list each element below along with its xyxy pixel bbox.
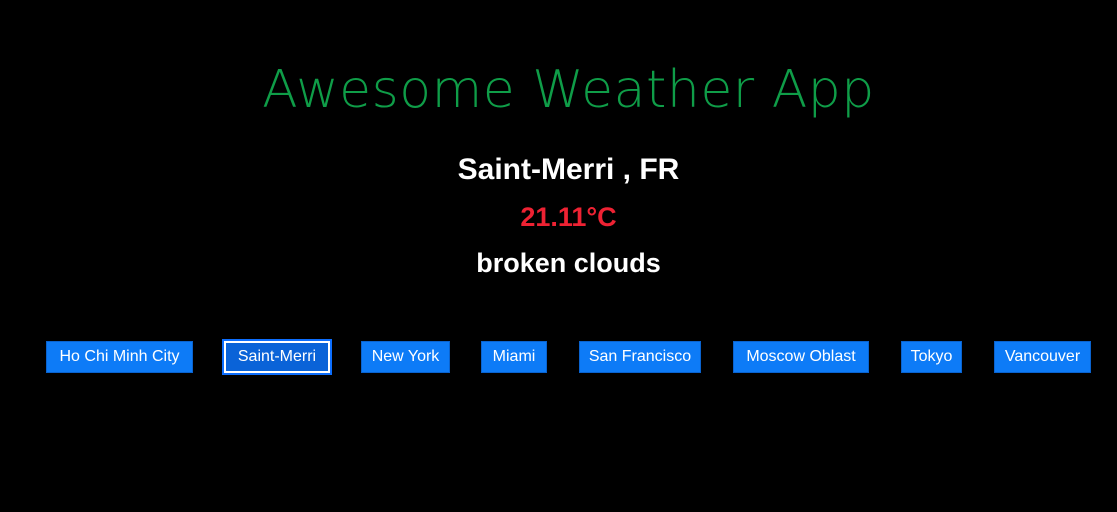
weather-description: broken clouds [476,248,661,278]
temperature-value: 21.11°C [520,202,617,232]
city-selector: Ho Chi Minh City Saint-Merri New York Mi… [0,341,1117,373]
city-button-saint-merri[interactable]: Saint-Merri [224,341,330,373]
city-button-moscow-oblast[interactable]: Moscow Oblast [733,341,869,373]
city-button-vancouver[interactable]: Vancouver [994,341,1091,373]
city-button-new-york[interactable]: New York [361,341,450,373]
city-button-ho-chi-minh-city[interactable]: Ho Chi Minh City [46,341,193,373]
city-button-san-francisco[interactable]: San Francisco [579,341,701,373]
city-button-tokyo[interactable]: Tokyo [901,341,962,373]
weather-app: Awesome Weather App Saint-Merri , FR 21.… [0,0,1117,512]
location-heading: Saint-Merri , FR [457,153,680,186]
city-button-miami[interactable]: Miami [481,341,547,373]
app-title: Awesome Weather App [262,60,875,120]
